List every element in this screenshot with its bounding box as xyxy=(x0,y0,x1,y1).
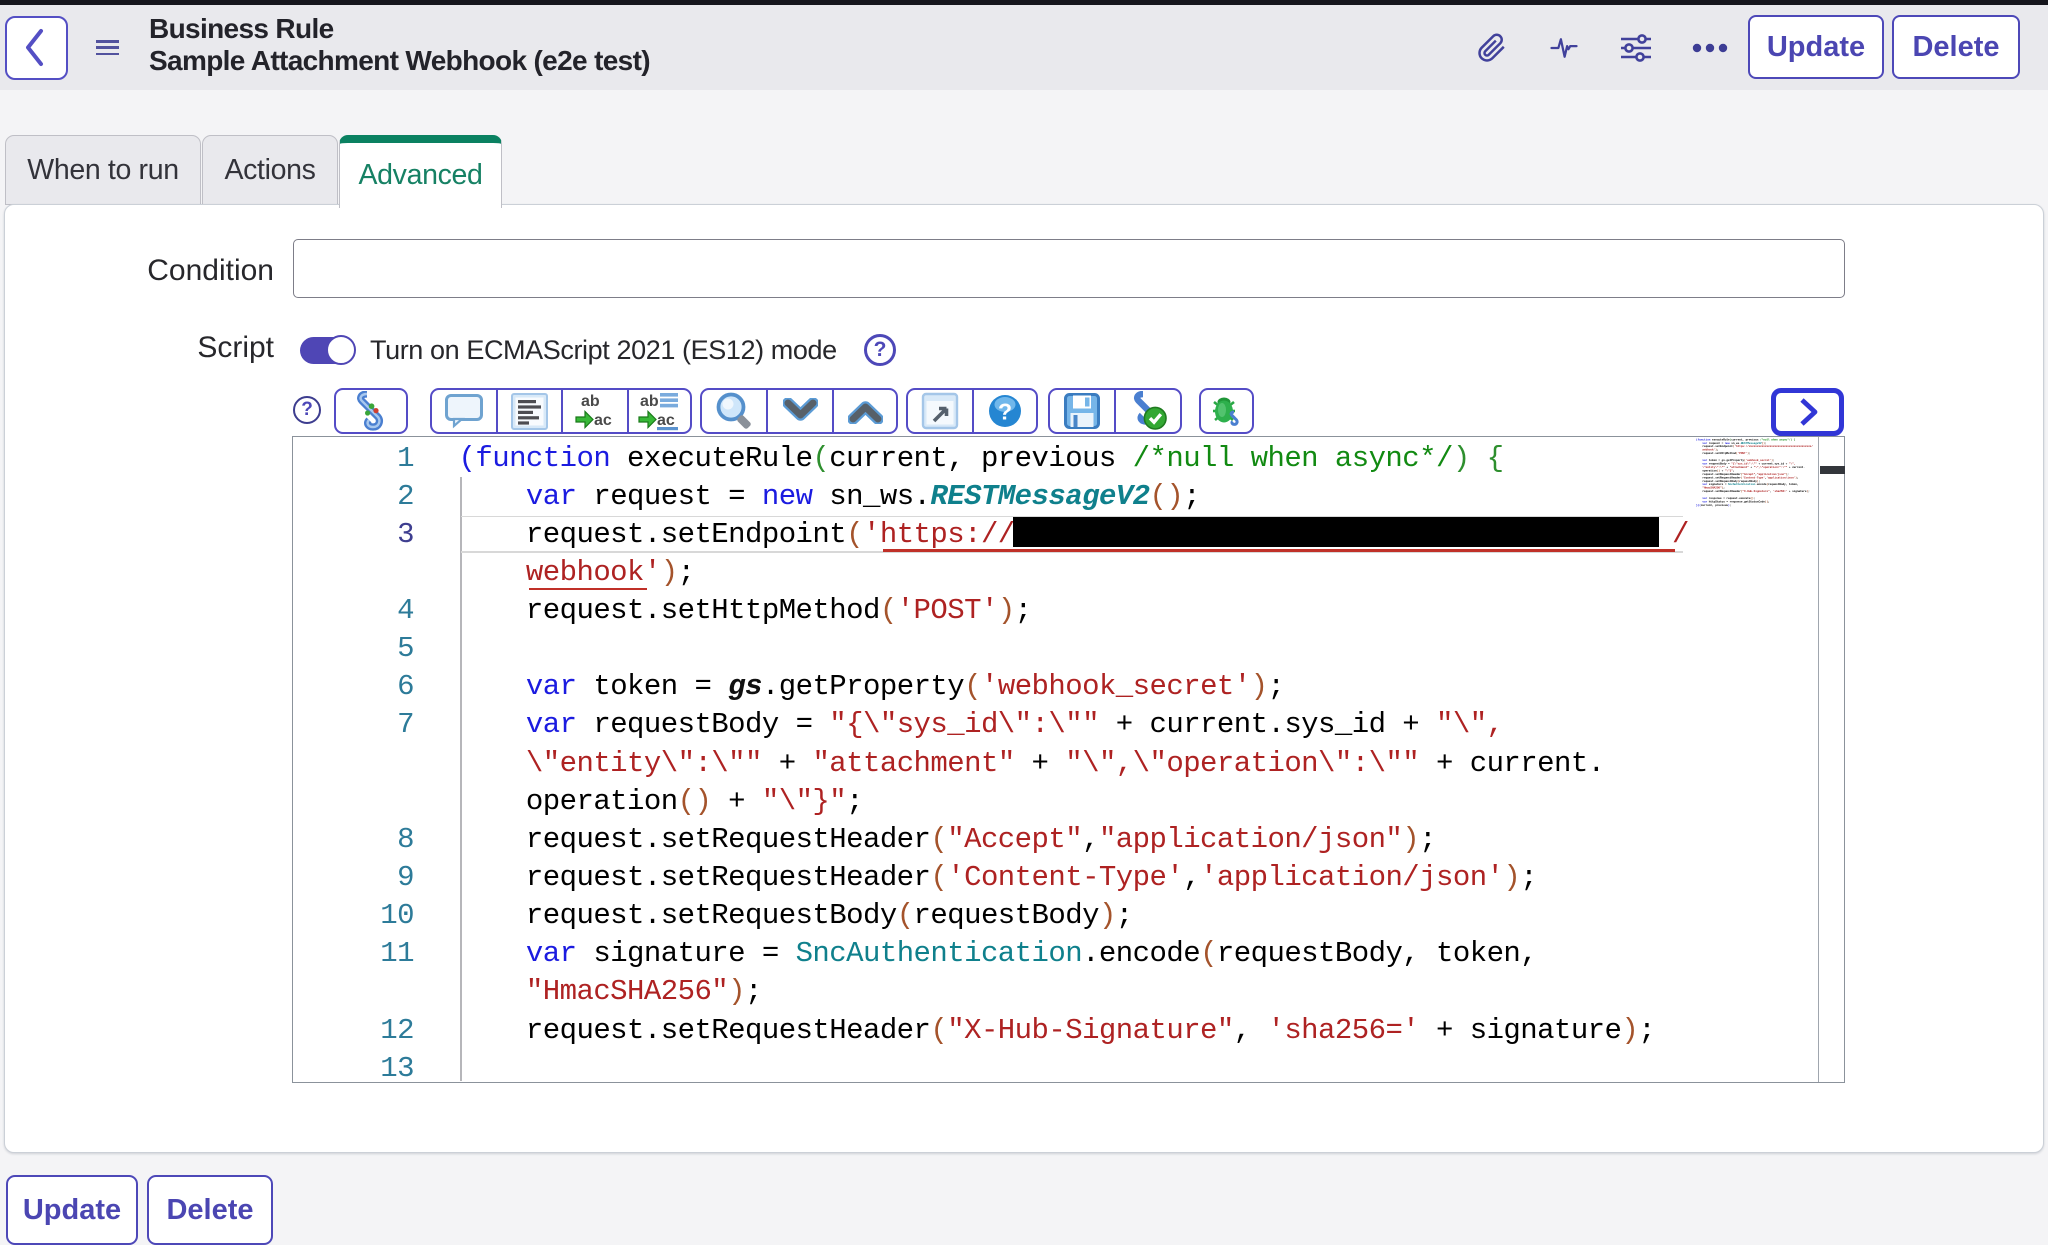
svg-text:ab: ab xyxy=(581,393,600,410)
svg-text:?: ? xyxy=(998,399,1012,425)
svg-text:ac: ac xyxy=(657,412,675,429)
svg-text:ac: ac xyxy=(594,412,612,429)
svg-text:ab: ab xyxy=(640,393,659,410)
